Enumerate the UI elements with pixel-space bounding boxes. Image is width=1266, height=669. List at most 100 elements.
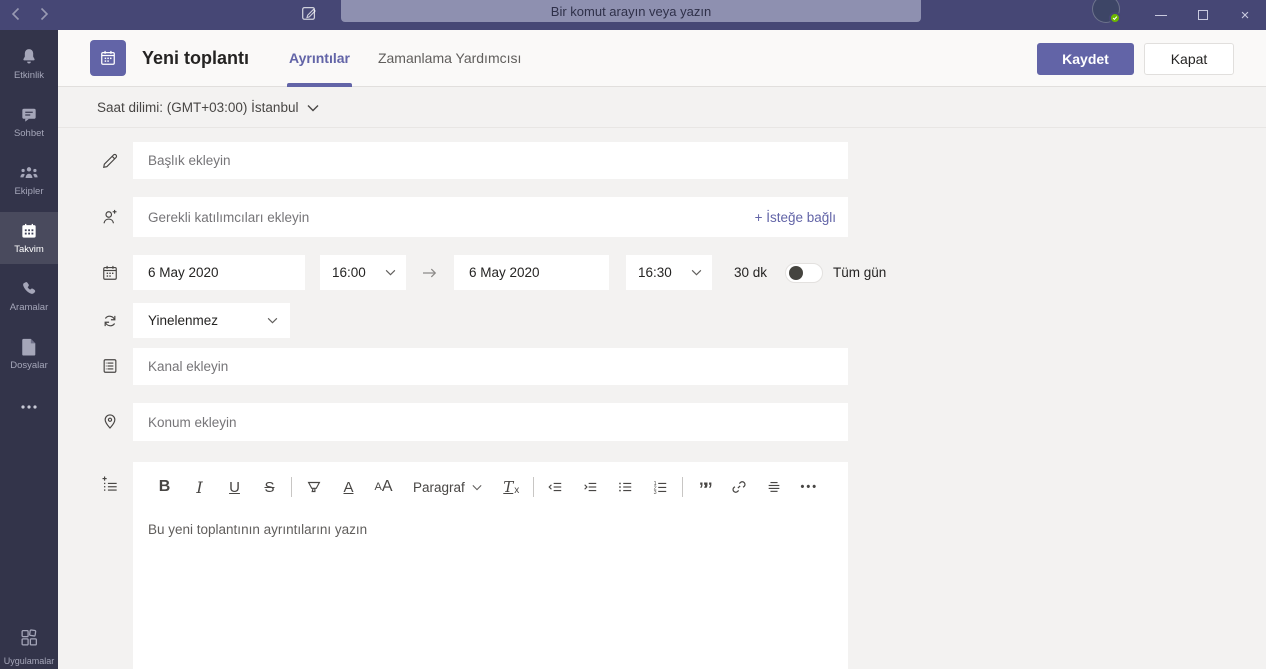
- chevron-down-icon: [385, 269, 396, 276]
- all-day-toggle[interactable]: [785, 262, 824, 283]
- chevron-down-icon: [472, 484, 482, 490]
- horizontal-rule-icon[interactable]: [757, 474, 792, 500]
- location-input[interactable]: [133, 403, 848, 441]
- chevron-down-icon: [691, 269, 702, 276]
- strikethrough-button[interactable]: S: [252, 474, 287, 500]
- timezone-label: Saat dilimi: (GMT+03:00) İstanbul: [97, 99, 299, 115]
- start-date-input[interactable]: [133, 255, 305, 290]
- more-formatting-options-button[interactable]: •••: [792, 474, 827, 500]
- page-title: Yeni toplantı: [142, 47, 250, 68]
- command-search-input[interactable]: Bir komut arayın veya yazın: [341, 0, 921, 22]
- sidebar-item-label: Dosyalar: [10, 360, 48, 371]
- phone-icon: [19, 279, 39, 299]
- bulleted-list-button[interactable]: [608, 474, 643, 500]
- sidebar-item-calls[interactable]: Aramalar: [0, 270, 58, 322]
- underline-button[interactable]: U: [217, 474, 252, 500]
- sidebar-item-label: Aramalar: [9, 302, 49, 313]
- page-header: Yeni toplantı Ayrıntılar Zamanlama Yardı…: [58, 30, 1266, 87]
- channel-icon: [100, 348, 133, 385]
- sidebar-item-apps[interactable]: Uygulamalar: [0, 627, 58, 666]
- new-meeting-calendar-icon: [90, 40, 126, 76]
- font-color-button[interactable]: A: [331, 474, 366, 500]
- minimize-button[interactable]: [1140, 0, 1182, 30]
- timezone-selector[interactable]: Saat dilimi: (GMT+03:00) İstanbul: [58, 87, 1266, 128]
- bell-icon: [19, 47, 39, 67]
- arrow-right-icon: [406, 266, 454, 280]
- close-button[interactable]: Kapat: [1144, 42, 1234, 75]
- teams-icon: [18, 163, 40, 183]
- all-day-label: Tüm gün: [833, 265, 887, 280]
- chat-icon: [19, 105, 39, 125]
- sidebar-item-files[interactable]: Dosyalar: [0, 328, 58, 380]
- clear-formatting-button[interactable]: Tx: [494, 474, 529, 500]
- avatar[interactable]: [1092, 0, 1121, 24]
- search-placeholder: Bir komut arayın veya yazın: [550, 3, 712, 19]
- font-size-button[interactable]: AA: [366, 474, 401, 500]
- link-button[interactable]: [722, 474, 757, 500]
- presence-available-icon: [1109, 12, 1121, 24]
- chevron-down-icon: [267, 317, 278, 324]
- attendees-field: + İsteğe bağlı: [133, 197, 848, 237]
- italic-button[interactable]: I: [182, 474, 217, 500]
- start-time-select[interactable]: 16:00: [320, 255, 406, 290]
- forward-icon[interactable]: [38, 6, 50, 22]
- recurrence-select[interactable]: Yinelenmez: [133, 303, 290, 338]
- back-icon[interactable]: [10, 6, 22, 22]
- duration-label: 30 dk: [734, 265, 768, 280]
- app-rail: Etkinlik Sohbet Ekipler Takvim Aramalar …: [0, 30, 58, 669]
- tab-details[interactable]: Ayrıntılar: [275, 30, 364, 87]
- new-chat-icon[interactable]: [300, 4, 318, 27]
- repeat-icon: [100, 311, 133, 331]
- sidebar-item-calendar[interactable]: Takvim: [0, 212, 58, 264]
- meeting-form-pane: Yeni toplantı Ayrıntılar Zamanlama Yardı…: [58, 30, 1266, 669]
- sidebar-item-label: Uygulamalar: [3, 656, 55, 666]
- more-apps-icon[interactable]: [0, 392, 58, 422]
- sidebar-item-activity[interactable]: Etkinlik: [0, 38, 58, 90]
- description-placeholder: Bu yeni toplantının ayrıntılarını yazın: [148, 522, 368, 537]
- indent-button[interactable]: [573, 474, 608, 500]
- required-attendees-input[interactable]: [133, 197, 653, 237]
- sidebar-item-teams[interactable]: Ekipler: [0, 154, 58, 206]
- maximize-button[interactable]: [1182, 0, 1224, 30]
- toolbar-divider: [532, 477, 534, 497]
- end-time-select[interactable]: 16:30: [626, 255, 712, 290]
- file-icon: [20, 337, 38, 357]
- svg-text:3: 3: [654, 490, 657, 495]
- title-bar: Bir komut arayın veya yazın ×: [0, 0, 1266, 30]
- formatting-toolbar: B I U S A AA Paragraf T x 1 2 3 ”” •••: [133, 462, 848, 508]
- apps-icon: [18, 627, 40, 654]
- sidebar-item-label: Ekipler: [14, 186, 44, 197]
- bold-button[interactable]: B: [147, 474, 182, 500]
- chevron-down-icon: [307, 105, 319, 112]
- add-optional-attendees-link[interactable]: + İsteğe bağlı: [755, 197, 836, 237]
- toggle-knob: [789, 265, 804, 280]
- quote-button[interactable]: ””: [687, 474, 722, 504]
- pencil-icon: [100, 142, 133, 179]
- calendar-icon: [19, 221, 39, 241]
- teams-app-window: Bir komut arayın veya yazın × Etkinlik S…: [0, 0, 1266, 669]
- close-window-button[interactable]: ×: [1224, 0, 1266, 30]
- highlight-button[interactable]: [296, 474, 331, 500]
- save-button[interactable]: Kaydet: [1037, 42, 1134, 75]
- numbered-list-button[interactable]: 123: [643, 474, 678, 500]
- header-tabs: Ayrıntılar Zamanlama Yardımcısı: [275, 30, 535, 87]
- description-editor[interactable]: B I U S A AA Paragraf T x 1 2 3 ”” ••• B…: [133, 462, 848, 669]
- toolbar-divider: [681, 477, 683, 497]
- location-pin-icon: [100, 403, 133, 441]
- active-tab-underline: [287, 82, 352, 87]
- end-date-input[interactable]: [454, 255, 609, 290]
- paragraph-style-select[interactable]: Paragraf: [401, 474, 494, 500]
- sidebar-item-label: Etkinlik: [13, 70, 45, 81]
- add-person-icon: [100, 197, 133, 237]
- channel-input[interactable]: [133, 348, 848, 385]
- outdent-button[interactable]: [538, 474, 573, 500]
- sidebar-item-label: Sohbet: [13, 128, 45, 139]
- sidebar-item-label: Takvim: [14, 244, 44, 255]
- toolbar-divider: [291, 477, 292, 497]
- title-input[interactable]: [133, 142, 848, 179]
- calendar-small-icon: [100, 263, 133, 283]
- tab-scheduling-assistant[interactable]: Zamanlama Yardımcısı: [364, 30, 535, 87]
- sidebar-item-chat[interactable]: Sohbet: [0, 96, 58, 148]
- agenda-icon: [100, 462, 133, 669]
- meeting-form: + İsteğe bağlı 16:00: [58, 128, 1266, 669]
